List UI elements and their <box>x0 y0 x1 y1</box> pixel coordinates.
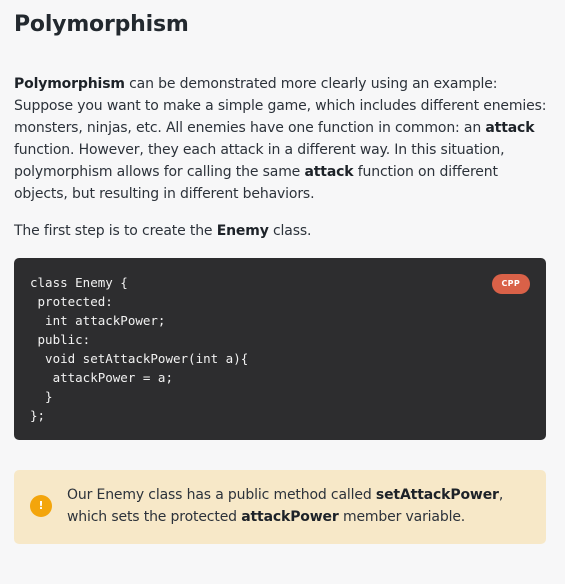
lesson-page: Polymorphism Polymorphism can be demonst… <box>0 0 565 584</box>
method-name: setAttackPower <box>375 487 499 503</box>
member-name: attackPower <box>241 509 339 525</box>
code-text[interactable]: class Enemy { protected: int attackPower… <box>30 273 530 425</box>
class-name-enemy: Enemy <box>216 223 269 239</box>
step-text-1: The first step is to create the <box>14 223 217 239</box>
term-polymorphism: Polymorphism <box>14 76 125 92</box>
note-text: Our Enemy class has a public method call… <box>67 484 526 528</box>
keyword-attack: attack <box>304 164 354 180</box>
note-text-3: member variable. <box>338 509 466 525</box>
language-badge: CPP <box>491 274 530 294</box>
info-note: ! Our Enemy class has a public method ca… <box>14 470 546 544</box>
exclamation-icon: ! <box>30 495 52 517</box>
note-text-1: Our Enemy class has a public method call… <box>67 487 376 503</box>
keyword-attack: attack <box>485 120 535 136</box>
code-block[interactable]: class Enemy { protected: int attackPower… <box>14 258 546 440</box>
step-paragraph: The first step is to create the Enemy cl… <box>14 220 551 242</box>
intro-paragraph: Polymorphism can be demonstrated more cl… <box>14 73 551 205</box>
page-title: Polymorphism <box>14 12 189 37</box>
step-text-2: class. <box>268 223 312 239</box>
